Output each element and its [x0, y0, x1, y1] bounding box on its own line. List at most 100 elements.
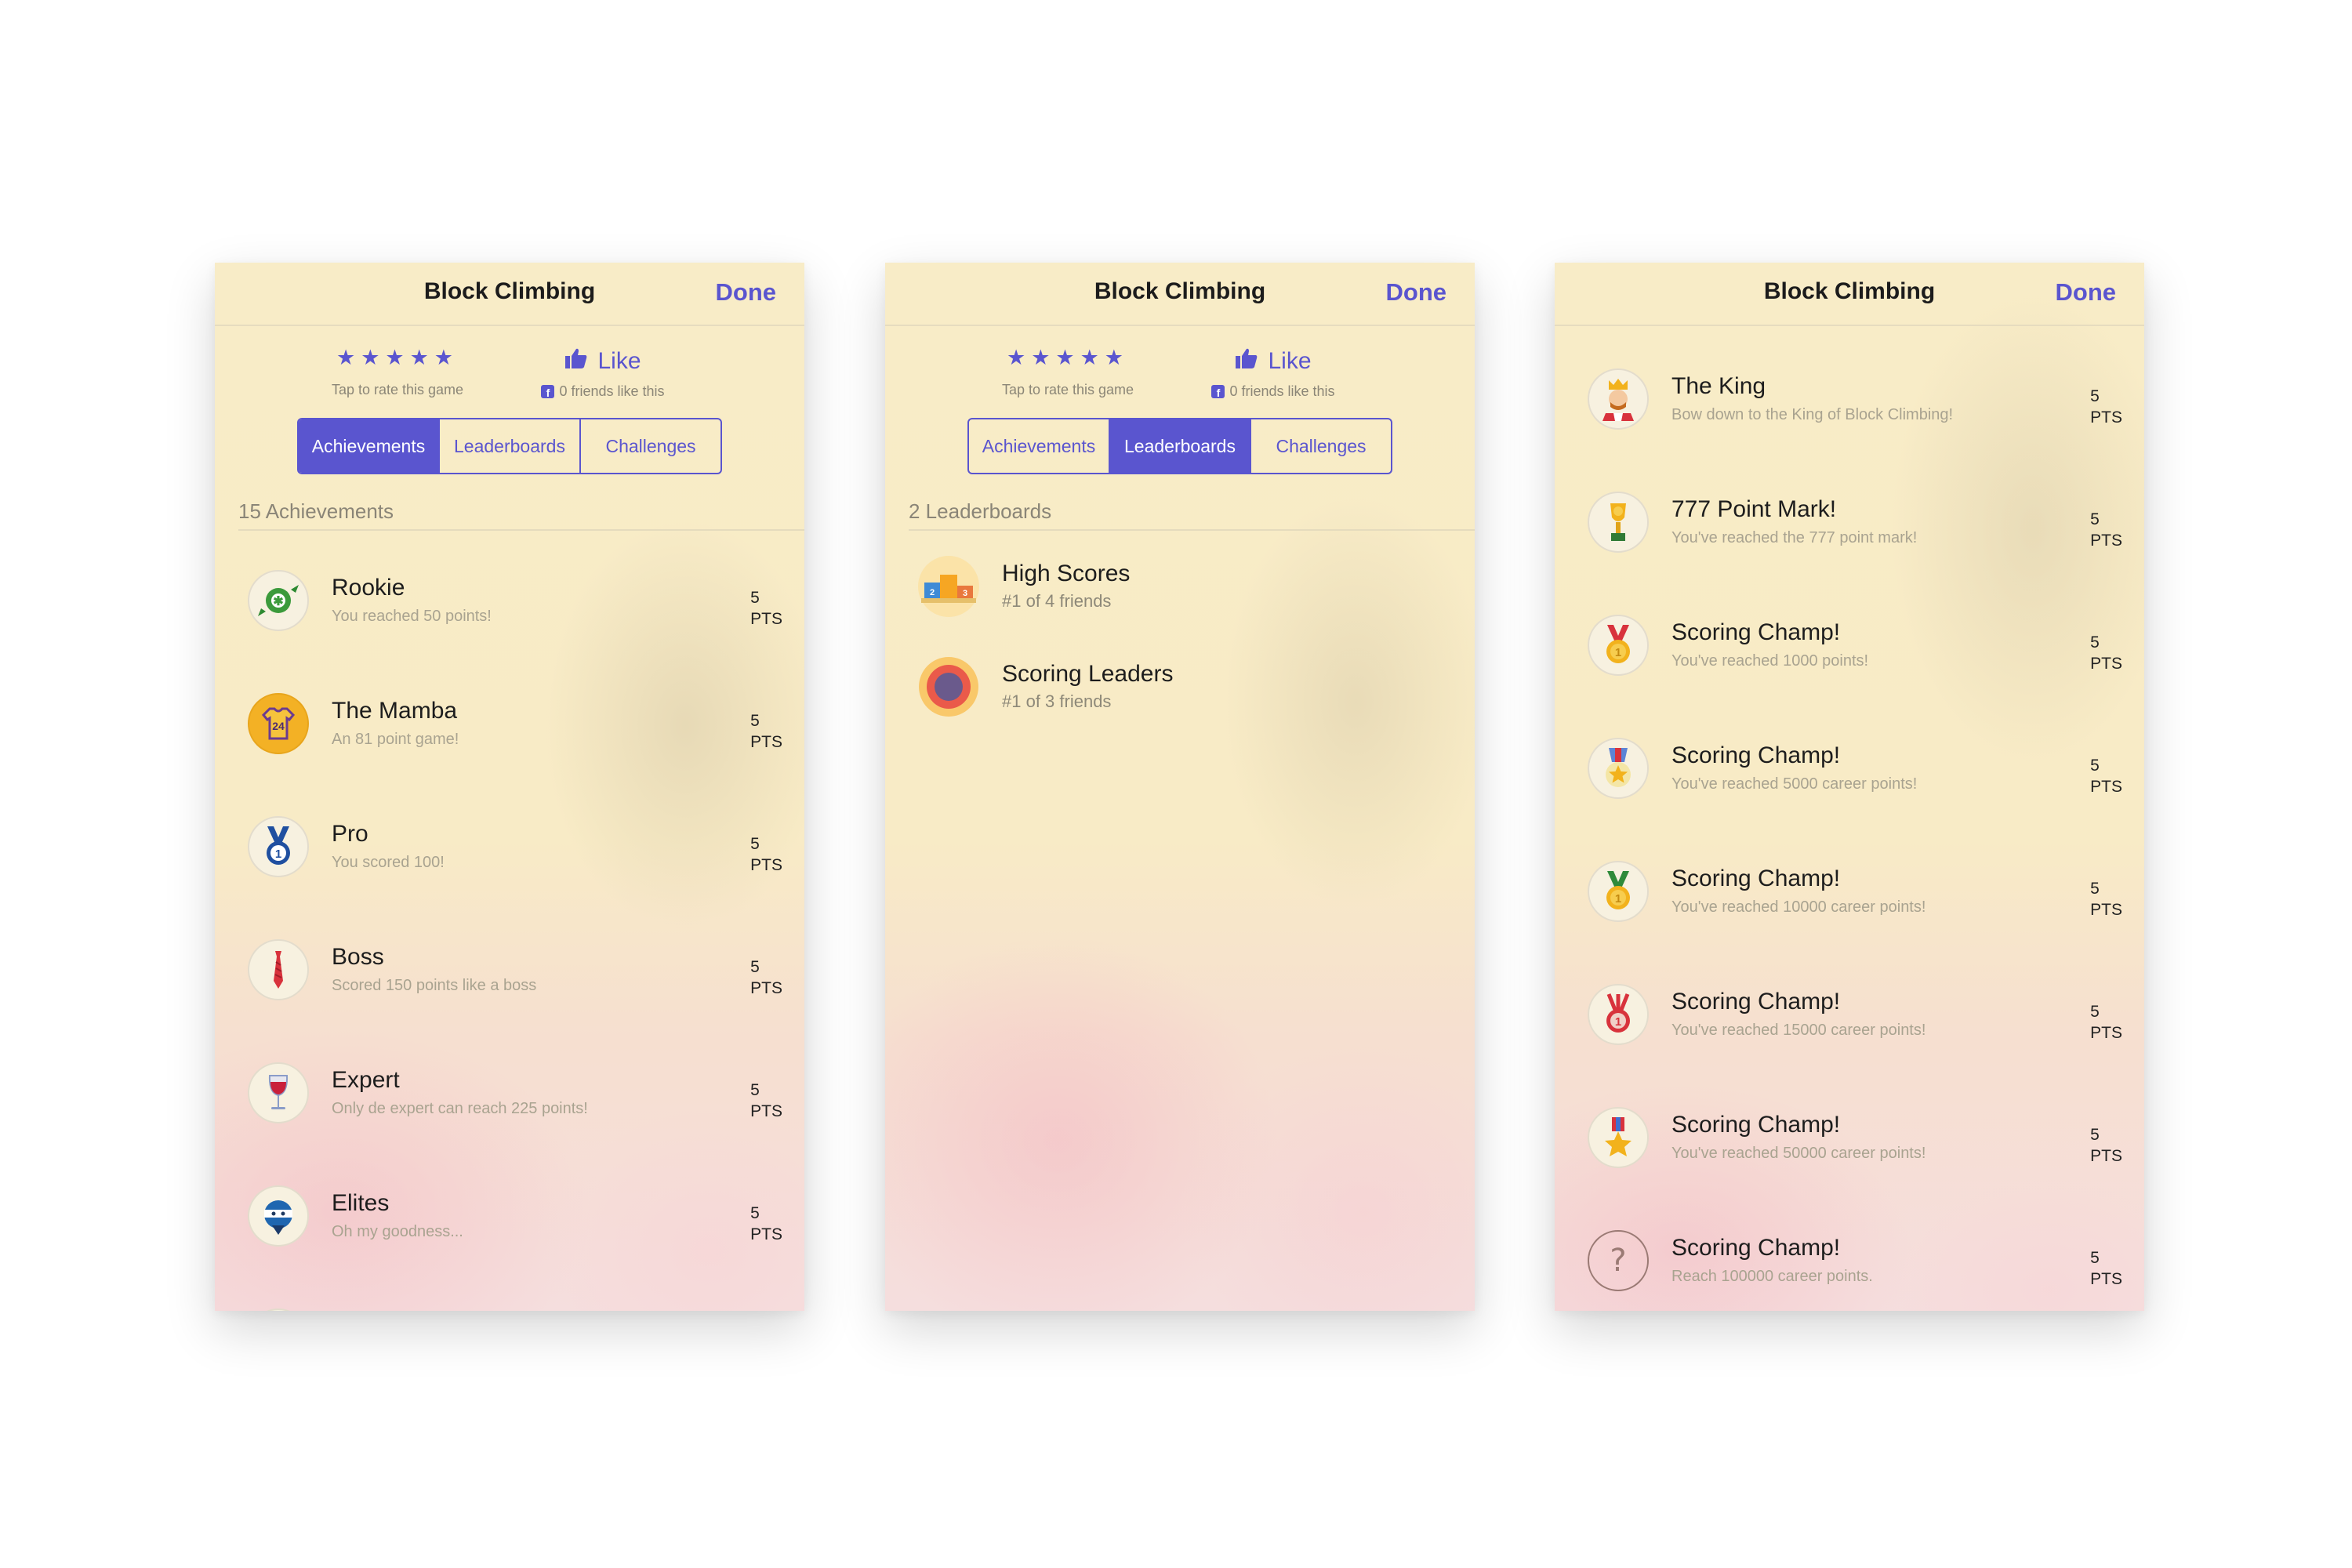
tab-achievements[interactable]: Achievements [299, 419, 440, 473]
list-item[interactable]: ? Scoring Champ! Reach 100000 career poi… [1555, 1230, 2144, 1311]
list-item[interactable]: 1 Scoring Champ! You've reached 15000 ca… [1555, 984, 2144, 1107]
friends-like-text: 0 friends like this [559, 383, 665, 399]
tab-challenges[interactable]: Challenges [581, 419, 720, 473]
tab-leaderboards[interactable]: Leaderboards [440, 419, 581, 473]
section-header: 15 Achievements [238, 499, 804, 531]
svg-text:✱: ✱ [273, 595, 283, 608]
facebook-icon: f [1211, 385, 1225, 398]
list-item[interactable]: 1 Pro You scored 100! 5 PTS [215, 816, 804, 939]
list-item[interactable]: Expert Only de expert can reach 225 poin… [215, 1062, 804, 1185]
friends-like-text: 0 friends like this [1229, 383, 1335, 399]
list-item[interactable]: 23 High Scores #1 of 4 friends [885, 556, 1475, 656]
rating-widget[interactable]: ★★★★★ Tap to rate this game [315, 346, 480, 398]
list-item[interactable]: Scoring Champ! You've reached 50000 care… [1555, 1107, 2144, 1230]
list-item[interactable]: Boss Scored 150 points like a boss 5 PTS [215, 939, 804, 1062]
item-title: Scoring Champ! [1671, 742, 1841, 768]
points-badge: 5 PTS [750, 589, 782, 628]
points-badge: 5 PTS [2090, 633, 2122, 673]
list-item[interactable]: 24 The Mamba An 81 point game! 5 PTS [215, 693, 804, 816]
svg-text:1: 1 [1615, 1015, 1621, 1029]
svg-text:1: 1 [1615, 892, 1621, 906]
trophy-icon [1588, 492, 1649, 553]
green-medal-icon: 1 [1588, 861, 1649, 922]
target-icon [918, 656, 979, 717]
done-button[interactable]: Done [716, 278, 777, 307]
achievements-list: The King Bow down to the King of Block C… [1555, 368, 2144, 1311]
item-subtitle: You scored 100! [332, 854, 445, 871]
tie-icon [248, 939, 309, 1000]
partial-achievement-icon [248, 1308, 309, 1311]
item-subtitle: Bow down to the King of Block Climbing! [1671, 406, 1954, 423]
item-title: Boss [332, 944, 384, 970]
like-widget[interactable]: Like f 0 friends like this [521, 347, 685, 400]
points-badge: 5 PTS [750, 835, 782, 874]
points-badge: 5 PTS [2090, 510, 2122, 550]
like-button[interactable]: Like [1191, 347, 1356, 376]
list-item[interactable]: The King Bow down to the King of Block C… [1555, 368, 2144, 492]
item-title: Scoring Champ! [1671, 1112, 1841, 1138]
rate-hint: Tap to rate this game [1001, 382, 1134, 397]
item-subtitle: You've reached 15000 career points! [1671, 1022, 1926, 1039]
item-title: Pro [332, 821, 368, 847]
item-subtitle: You've reached the 777 point mark! [1671, 529, 1918, 546]
like-widget[interactable]: Like f 0 friends like this [1191, 347, 1356, 400]
item-subtitle: You've reached 10000 career points! [1671, 898, 1926, 916]
points-badge: 5 PTS [2090, 1003, 2122, 1042]
item-title: Expert [332, 1067, 400, 1093]
item-title: The King [1671, 373, 1766, 399]
points-badge: 5 PTS [2090, 880, 2122, 919]
achievements-screen: Block Climbing Done ★★★★★ Tap to rate th… [215, 263, 804, 1311]
list-item[interactable] [215, 1308, 804, 1311]
done-button[interactable]: Done [2056, 278, 2117, 307]
rating-stars[interactable]: ★★★★★ [315, 346, 480, 369]
question-icon: ? [1588, 1230, 1649, 1291]
tab-challenges[interactable]: Challenges [1251, 419, 1391, 473]
item-subtitle: You reached 50 points! [332, 608, 492, 625]
list-item[interactable]: Scoring Champ! You've reached 5000 caree… [1555, 738, 2144, 861]
svg-text:1: 1 [1615, 646, 1621, 659]
points-badge: 5 PTS [2090, 1126, 2122, 1165]
like-button[interactable]: Like [521, 347, 685, 376]
rating-widget[interactable]: ★★★★★ Tap to rate this game [985, 346, 1150, 398]
item-title: Elites [332, 1190, 390, 1216]
list-item[interactable]: Elites Oh my goodness... 5 PTS [215, 1185, 804, 1308]
king-icon [1588, 368, 1649, 430]
item-title: The Mamba [332, 698, 458, 724]
svg-text:24: 24 [272, 720, 285, 732]
thumbs-up-icon [1235, 347, 1258, 376]
item-title: Scoring Leaders [1002, 661, 1174, 687]
svg-text:1: 1 [275, 848, 281, 861]
item-subtitle: You've reached 5000 career points! [1671, 775, 1918, 793]
gold-medal-icon: 1 [1588, 615, 1649, 676]
item-subtitle: Only de expert can reach 225 points! [332, 1100, 588, 1117]
tab-bar: Achievements Leaderboards Challenges [967, 418, 1392, 474]
list-item[interactable]: ✱ Rookie You reached 50 points! 5 PTS [215, 570, 804, 693]
svg-text:3: 3 [963, 589, 967, 598]
medal-icon: 1 [248, 816, 309, 877]
done-button[interactable]: Done [1386, 278, 1447, 307]
ninja-icon [248, 1185, 309, 1247]
list-item[interactable]: 777 Point Mark! You've reached the 777 p… [1555, 492, 2144, 615]
nav-bar: Block Climbing Done [1555, 263, 2144, 326]
tab-leaderboards[interactable]: Leaderboards [1110, 419, 1251, 473]
item-title: 777 Point Mark! [1671, 496, 1837, 522]
list-item[interactable]: 1 Scoring Champ! You've reached 10000 ca… [1555, 861, 2144, 984]
tab-achievements[interactable]: Achievements [969, 419, 1110, 473]
points-badge: 5 PTS [750, 1081, 782, 1120]
item-title: Scoring Champ! [1671, 619, 1841, 645]
points-badge: 5 PTS [2090, 757, 2122, 796]
star-ribbon-icon [1588, 1107, 1649, 1168]
rating-stars[interactable]: ★★★★★ [985, 346, 1150, 369]
item-subtitle: Reach 100000 career points. [1671, 1268, 1873, 1285]
nav-bar: Block Climbing Done [885, 263, 1475, 326]
red-medal-icon: 1 [1588, 984, 1649, 1045]
item-subtitle: #1 of 4 friends [1002, 591, 1112, 611]
points-badge: 5 PTS [750, 958, 782, 997]
item-subtitle: You've reached 50000 career points! [1671, 1145, 1926, 1162]
list-item[interactable]: Scoring Leaders #1 of 3 friends [885, 656, 1475, 757]
item-subtitle: #1 of 3 friends [1002, 691, 1112, 711]
star-medal-icon [1588, 738, 1649, 799]
item-subtitle: Scored 150 points like a boss [332, 977, 537, 994]
facebook-icon: f [541, 385, 555, 398]
list-item[interactable]: 1 Scoring Champ! You've reached 1000 poi… [1555, 615, 2144, 738]
